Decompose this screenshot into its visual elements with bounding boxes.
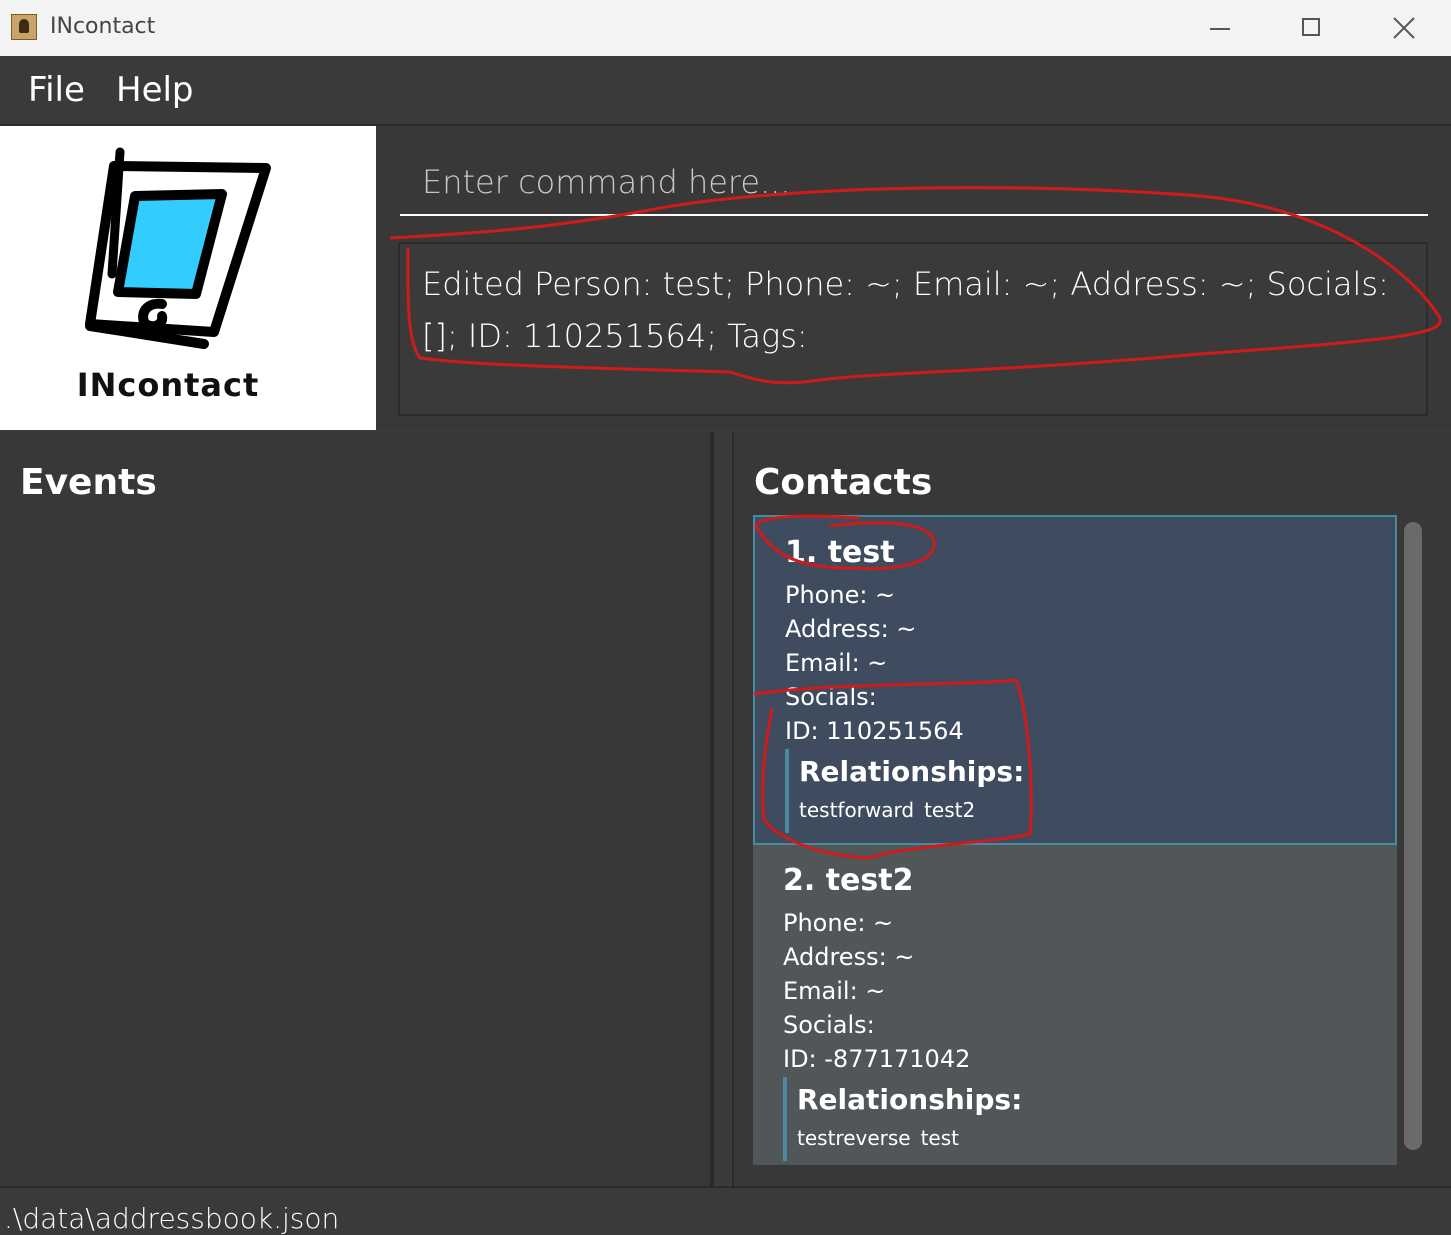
contact-card[interactable]: 2. test2 Phone: ~ Address: ~ Email: ~ So… [753, 845, 1397, 1165]
menu-bar: File Help [0, 56, 1451, 126]
logo-text: INcontact [76, 366, 260, 404]
contact-name: 1. test [785, 535, 895, 570]
relationship-type: testforward [799, 798, 915, 822]
data-file-path: .\data\addressbook.json [4, 1202, 340, 1235]
contact-socials: Socials: [785, 683, 877, 711]
events-panel: Events [0, 432, 714, 1186]
relationships-label: Relationships: [799, 755, 1025, 788]
contact-id: ID: 110251564 [785, 717, 964, 745]
contact-list[interactable]: 1. test Phone: ~ Address: ~ Email: ~ Soc… [753, 515, 1397, 1165]
phone-logo-icon [85, 147, 271, 349]
contact-email: Email: ~ [783, 977, 886, 1005]
contact-email: Email: ~ [785, 649, 888, 677]
command-input[interactable] [400, 150, 1428, 216]
contact-id: ID: -877171042 [783, 1045, 971, 1073]
app-icon [11, 14, 37, 40]
relationship-values: testforward test2 [799, 798, 1024, 822]
title-bar: INcontact [0, 0, 1451, 56]
relationships-block: Relationships: testforward test2 [785, 749, 1024, 833]
contact-name: 2. test2 [783, 863, 914, 898]
logo-panel: INcontact [0, 126, 376, 430]
maximize-icon[interactable] [1292, 10, 1332, 46]
window-title: INcontact [50, 14, 156, 39]
contact-card[interactable]: 1. test Phone: ~ Address: ~ Email: ~ Soc… [753, 515, 1397, 845]
status-bar: .\data\addressbook.json [0, 1186, 1451, 1235]
contact-phone: Phone: ~ [785, 581, 896, 609]
menu-help[interactable]: Help [116, 70, 194, 110]
contact-address: Address: ~ [785, 615, 917, 643]
contact-address: Address: ~ [783, 943, 915, 971]
contact-socials: Socials: [783, 1011, 875, 1039]
contact-list-scrollbar[interactable] [1404, 522, 1422, 1150]
result-text: Edited Person: test; Phone: ~; Email: ~;… [422, 265, 1389, 355]
result-display: Edited Person: test; Phone: ~; Email: ~;… [398, 242, 1428, 416]
relationships-label: Relationships: [797, 1083, 1023, 1116]
minimize-icon[interactable] [1200, 10, 1240, 46]
events-title: Events [20, 462, 157, 503]
relationship-values: testreverse test [797, 1126, 1022, 1150]
relationship-target: test2 [924, 798, 976, 822]
relationship-type: testreverse [797, 1126, 911, 1150]
close-icon[interactable] [1384, 10, 1424, 46]
menu-file[interactable]: File [28, 70, 85, 110]
relationships-block: Relationships: testreverse test [783, 1077, 1022, 1161]
contacts-title: Contacts [754, 462, 933, 503]
contact-phone: Phone: ~ [783, 909, 894, 937]
relationship-target: test [920, 1126, 960, 1150]
